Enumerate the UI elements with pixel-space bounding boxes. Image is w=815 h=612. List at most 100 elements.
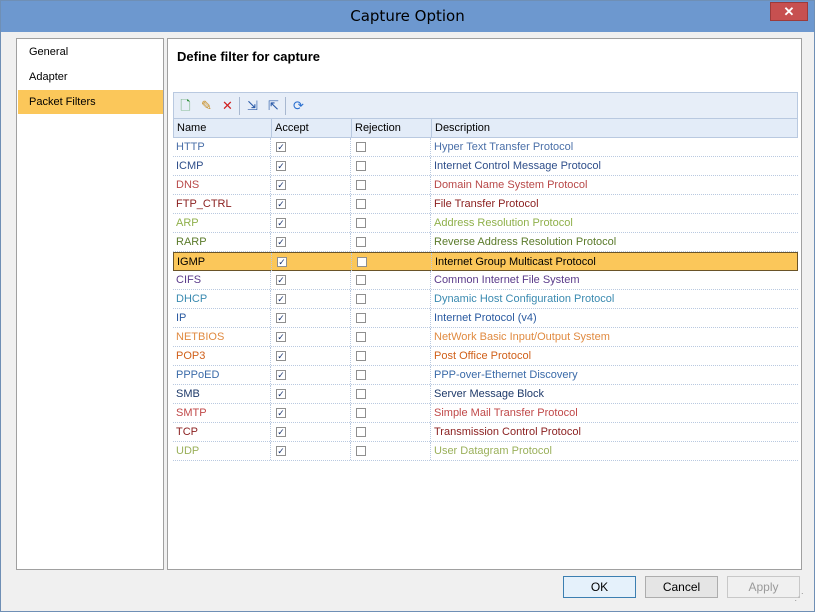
protocol-name-cell: ICMP — [173, 157, 271, 175]
accept-checkbox[interactable]: ✓ — [276, 218, 286, 228]
table-row[interactable]: ARP ✓ Address Resolution Protocol — [173, 214, 798, 233]
accept-checkbox[interactable]: ✓ — [276, 389, 286, 399]
export-filter-icon[interactable]: ⇱ — [265, 97, 282, 114]
protocol-description-cell: Internet Group Multicast Protocol — [435, 256, 596, 268]
rejection-cell — [351, 309, 431, 327]
column-header-name[interactable]: Name — [174, 119, 272, 138]
protocol-description-cell: Post Office Protocol — [434, 350, 532, 362]
filter-toolbar: 🗋 ✎ ✕ ⇲ ⇱ ⟳ — [173, 92, 798, 118]
accept-checkbox[interactable]: ✓ — [276, 332, 286, 342]
accept-checkbox[interactable]: ✓ — [277, 257, 287, 267]
ok-button[interactable]: OK — [563, 576, 636, 598]
resize-grip-icon[interactable]: ⋰ — [794, 592, 806, 604]
apply-button[interactable]: Apply — [727, 576, 800, 598]
column-header-accept[interactable]: Accept — [272, 119, 352, 138]
rejection-checkbox[interactable] — [356, 180, 366, 190]
rejection-checkbox[interactable] — [356, 275, 366, 285]
rejection-cell — [351, 423, 431, 441]
rejection-checkbox[interactable] — [356, 294, 366, 304]
accept-checkbox[interactable]: ✓ — [276, 142, 286, 152]
rejection-checkbox[interactable] — [356, 370, 366, 380]
protocol-name-cell: PPPoED — [173, 366, 271, 384]
close-button[interactable]: ✕ — [770, 2, 808, 21]
table-row[interactable]: DNS ✓ Domain Name System Protocol — [173, 176, 798, 195]
rejection-checkbox[interactable] — [356, 161, 366, 171]
accept-checkbox[interactable]: ✓ — [276, 237, 286, 247]
import-filter-icon[interactable]: ⇲ — [244, 97, 261, 114]
nav-item-packet-filters[interactable]: Packet Filters — [18, 90, 163, 114]
rejection-cell — [351, 385, 431, 403]
table-row[interactable]: FTP_CTRL ✓ File Transfer Protocol — [173, 195, 798, 214]
table-row[interactable]: DHCP ✓ Dynamic Host Configuration Protocol — [173, 290, 798, 309]
edit-filter-icon[interactable]: ✎ — [198, 97, 215, 114]
panel-heading: Define filter for capture — [177, 49, 321, 64]
protocol-description-cell: Address Resolution Protocol — [434, 217, 573, 229]
table-row[interactable]: IGMP ✓ Internet Group Multicast Protocol — [173, 252, 798, 271]
accept-checkbox[interactable]: ✓ — [276, 313, 286, 323]
column-header-rejection[interactable]: Rejection — [352, 119, 432, 138]
table-row[interactable]: PPPoED ✓ PPP-over-Ethernet Discovery — [173, 366, 798, 385]
accept-cell: ✓ — [271, 214, 351, 232]
window-title: Capture Option — [350, 7, 465, 25]
rejection-checkbox[interactable] — [356, 218, 366, 228]
delete-filter-icon[interactable]: ✕ — [219, 97, 236, 114]
accept-checkbox[interactable]: ✓ — [276, 161, 286, 171]
protocol-name-cell: POP3 — [173, 347, 271, 365]
column-header-description[interactable]: Description — [432, 119, 798, 138]
rejection-checkbox[interactable] — [356, 142, 366, 152]
rejection-checkbox[interactable] — [356, 351, 366, 361]
table-row[interactable]: IP ✓ Internet Protocol (v4) — [173, 309, 798, 328]
refresh-icon[interactable]: ⟳ — [290, 97, 307, 114]
accept-checkbox[interactable]: ✓ — [276, 427, 286, 437]
protocol-description-cell: Dynamic Host Configuration Protocol — [434, 293, 615, 305]
new-filter-icon[interactable]: 🗋 — [177, 97, 194, 114]
nav-item-general[interactable]: General — [18, 40, 163, 64]
rejection-cell — [352, 253, 432, 271]
rejection-checkbox[interactable] — [356, 332, 366, 342]
table-row[interactable]: TCP ✓ Transmission Control Protocol — [173, 423, 798, 442]
accept-cell: ✓ — [272, 253, 352, 271]
rejection-cell — [351, 366, 431, 384]
accept-checkbox[interactable]: ✓ — [276, 180, 286, 190]
protocol-name-cell: TCP — [173, 423, 271, 441]
table-row[interactable]: NETBIOS ✓ NetWork Basic Input/Output Syste… — [173, 328, 798, 347]
accept-checkbox[interactable]: ✓ — [276, 351, 286, 361]
accept-checkbox[interactable]: ✓ — [276, 370, 286, 380]
title-bar[interactable]: Capture Option ✕ — [1, 1, 814, 32]
table-row[interactable]: POP3 ✓ Post Office Protocol — [173, 347, 798, 366]
table-row[interactable]: HTTP ✓ Hyper Text Transfer Protocol — [173, 138, 798, 157]
rejection-checkbox[interactable] — [356, 313, 366, 323]
options-nav: General Adapter Packet Filters — [16, 38, 164, 570]
rejection-checkbox[interactable] — [357, 257, 367, 267]
dialog-body: General Adapter Packet Filters Define fi… — [8, 32, 808, 606]
table-row[interactable]: RARP ✓ Reverse Address Resolution Protocol — [173, 233, 798, 252]
rejection-checkbox[interactable] — [356, 389, 366, 399]
rejection-checkbox[interactable] — [356, 199, 366, 209]
rejection-cell — [351, 328, 431, 346]
rejection-checkbox[interactable] — [356, 446, 366, 456]
table-row[interactable]: CIFS ✓ Common Internet File System — [173, 271, 798, 290]
accept-checkbox[interactable]: ✓ — [276, 199, 286, 209]
accept-checkbox[interactable]: ✓ — [276, 294, 286, 304]
table-row[interactable]: SMB ✓ Server Message Block — [173, 385, 798, 404]
table-row[interactable]: SMTP ✓ Simple Mail Transfer Protocol — [173, 404, 798, 423]
table-row[interactable]: UDP ✓ User Datagram Protocol — [173, 442, 798, 461]
rejection-checkbox[interactable] — [356, 427, 366, 437]
table-row[interactable]: ICMP ✓ Internet Control Message Protocol — [173, 157, 798, 176]
accept-checkbox[interactable]: ✓ — [276, 275, 286, 285]
protocol-name-cell: IGMP — [174, 253, 272, 271]
protocol-name-cell: HTTP — [173, 138, 271, 156]
cancel-button[interactable]: Cancel — [645, 576, 718, 598]
protocol-description-cell: PPP-over-Ethernet Discovery — [434, 369, 578, 381]
protocol-description-cell: Simple Mail Transfer Protocol — [434, 407, 578, 419]
rejection-checkbox[interactable] — [356, 237, 366, 247]
protocol-name-cell: SMTP — [173, 404, 271, 422]
accept-checkbox[interactable]: ✓ — [276, 446, 286, 456]
nav-item-adapter[interactable]: Adapter — [18, 65, 163, 89]
protocol-description-cell: File Transfer Protocol — [434, 198, 539, 210]
toolbar-separator — [285, 97, 286, 115]
rejection-checkbox[interactable] — [356, 408, 366, 418]
accept-cell: ✓ — [271, 176, 351, 194]
protocol-name-cell: IP — [173, 309, 271, 327]
accept-checkbox[interactable]: ✓ — [276, 408, 286, 418]
